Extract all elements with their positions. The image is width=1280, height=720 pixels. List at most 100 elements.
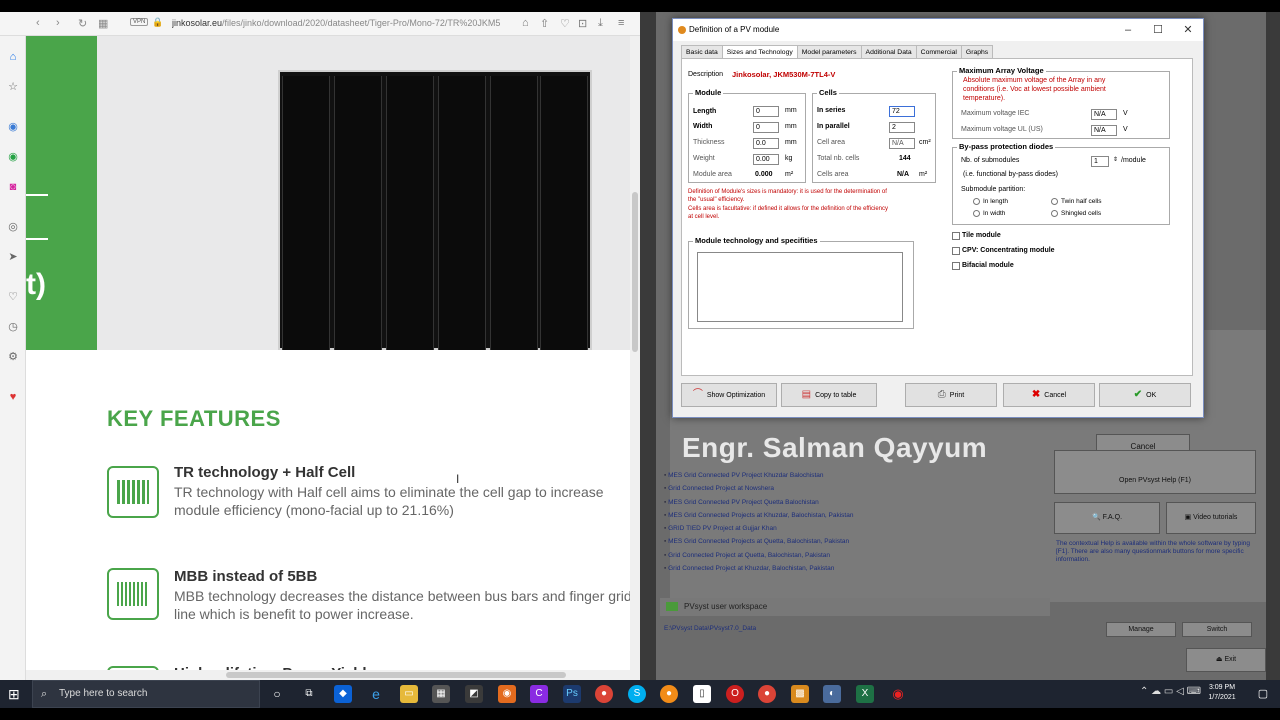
bifacial-checkbox[interactable] [952,262,960,270]
instagram-icon[interactable]: ◙ [6,180,20,194]
tabs-grid-icon[interactable]: ▦ [98,17,108,30]
radio-in-length[interactable] [973,198,980,205]
radio-in-width[interactable] [973,210,980,217]
heart-icon[interactable]: ♡ [560,17,570,30]
radio-twin-half-cells[interactable] [1051,198,1058,205]
max-ul-input[interactable]: N/A [1091,125,1117,136]
faq-button[interactable]: 🔍 F.A.Q. [1054,502,1160,534]
project-link[interactable]: GRID TIED PV Project at Gujjar Khan [664,525,1044,538]
tab-additional-data[interactable]: Additional Data [860,45,917,59]
tile-module-checkbox[interactable] [952,232,960,240]
tab-model-parameters[interactable]: Model parameters [796,45,862,59]
firefox-icon[interactable]: ◉ [498,685,516,703]
in-series-input[interactable]: 72 [889,106,915,117]
sizes-technology-panel: Description Jinkosolar, JKM530M-7TL4-V M… [681,58,1193,376]
notification-icon[interactable]: ▢ [1254,685,1272,703]
taskbar-search[interactable]: ⌕ Type here to search [32,680,260,708]
forward-icon[interactable]: › [56,17,60,29]
app-c-icon[interactable]: C [530,685,548,703]
open-help-button[interactable]: Open PVsyst Help (F1) [1054,450,1256,494]
camera-icon[interactable]: ⌂ [522,17,529,29]
heart-icon[interactable]: ♡ [6,290,20,304]
spinner-icon[interactable]: ⇕ [1113,156,1118,163]
print-button[interactable]: ⎙ Print [905,383,997,407]
cortana-icon[interactable]: ○ [268,685,286,703]
bookmark-icon[interactable]: ⊡ [578,17,587,30]
in-parallel-input[interactable]: 2 [889,122,915,133]
submodules-input[interactable]: 1 [1091,156,1109,167]
copy-to-table-button[interactable]: ▤ Copy to table [781,383,877,407]
cpv-checkbox[interactable] [952,247,960,255]
skype-icon[interactable]: S [628,685,646,703]
excel-icon[interactable]: X [856,685,874,703]
weight-input[interactable]: 0.00 [753,154,779,165]
faq-label: F.A.Q. [1102,514,1123,521]
tab-sizes-technology[interactable]: Sizes and Technology [721,45,798,59]
address-bar[interactable]: jinkosolar.eu/files/jinko/download/2020/… [172,18,517,28]
dropbox-icon[interactable]: ◆ [334,685,352,703]
video-tutorials-button[interactable]: ▣ Video tutorials [1166,502,1256,534]
width-input[interactable]: 0 [753,122,779,133]
switch-button[interactable]: Switch [1182,622,1252,637]
share-icon[interactable]: ⇧ [540,17,549,30]
minimize-icon[interactable]: – [1113,19,1143,41]
task-view-icon[interactable]: ⧉ [300,685,318,703]
back-icon[interactable]: ‹ [36,17,40,29]
edge-icon[interactable]: e [367,685,385,703]
app-window-icon[interactable]: ◐ [823,685,841,703]
chrome-icon[interactable]: ● [595,685,613,703]
technology-textarea[interactable] [697,252,903,322]
project-link[interactable]: Grid Connected Project at Nowshera [664,485,1044,498]
show-optimization-button[interactable]: ⌒ Show Optimization [681,383,777,407]
menu-icon[interactable]: ≡ [618,17,624,29]
vpn-badge[interactable]: VPN [130,18,149,26]
ok-button[interactable]: ✔ OK [1099,383,1191,407]
windows-start-icon[interactable]: ⊞ [8,686,20,703]
radio-shingled-cells[interactable] [1051,210,1058,217]
taskbar-clock[interactable]: 3:09 PM 1/7/2021 [1200,683,1244,703]
project-link[interactable]: Grid Connected Project at Quetta, Baloch… [664,552,1044,565]
thickness-input[interactable]: 0.0 [753,138,779,149]
project-link[interactable]: MES Grid Connected Projects at Khuzdar, … [664,512,1044,525]
chrome-icon[interactable]: ● [758,685,776,703]
photoshop-icon[interactable]: Ps [563,685,581,703]
location-icon[interactable]: ♥ [6,390,20,404]
length-input[interactable]: 0 [753,106,779,117]
file-explorer-icon[interactable]: ▭ [400,685,418,703]
messenger-icon[interactable]: ◉ [6,120,20,134]
app-orange-icon[interactable]: ● [660,685,678,703]
recorder-icon[interactable]: ◉ [889,685,907,703]
horizontal-scrollbar[interactable] [26,670,630,680]
settings-icon[interactable]: ⚙ [6,350,20,364]
opera-icon[interactable]: O [726,685,744,703]
project-link[interactable]: MES Grid Connected PV Project Quetta Bal… [664,499,1044,512]
close-icon[interactable]: ✕ [1173,19,1203,41]
maximize-icon[interactable]: ☐ [1143,19,1173,41]
pdf-viewer[interactable]: t) KEY FEATURES TR technology + Half Cel… [26,36,630,680]
whatsapp-icon[interactable]: ◉ [6,150,20,164]
cancel-button[interactable]: ✖ Cancel [1003,383,1095,407]
tab-graphs[interactable]: Graphs [960,45,994,59]
pvsyst-taskbar-icon[interactable]: ▩ [791,685,809,703]
system-tray[interactable]: ⌃ ☁ ▭ ◁ ⌨ [1140,686,1201,697]
download-icon[interactable]: ⤓ [598,17,603,30]
vertical-scrollbar[interactable] [630,36,640,680]
max-iec-input[interactable]: N/A [1091,109,1117,120]
history-icon[interactable]: ◷ [6,320,20,334]
calculator-icon[interactable]: ▦ [432,685,450,703]
cell-area-input[interactable]: N/A [889,138,915,149]
tab-basic-data[interactable]: Basic data [681,45,723,59]
photos-icon[interactable]: ◩ [465,685,483,703]
star-icon[interactable]: ☆ [6,80,20,94]
reload-icon[interactable]: ↻ [78,17,87,30]
clock-play-icon[interactable]: ◎ [6,220,20,234]
project-link[interactable]: Grid Connected Project at Khuzdar, Baloc… [664,565,1044,578]
project-link[interactable]: MES Grid Connected Projects at Quetta, B… [664,538,1044,551]
tab-commercial[interactable]: Commercial [915,45,962,59]
manage-button[interactable]: Manage [1106,622,1176,637]
project-link[interactable]: MES Grid Connected PV Project Khuzdar Ba… [664,472,1044,485]
send-icon[interactable]: ➤ [6,250,20,264]
home-icon[interactable]: ⌂ [6,50,20,64]
document-icon[interactable]: ▯ [693,685,711,703]
exit-button[interactable]: ⏏ Exit [1186,648,1266,672]
